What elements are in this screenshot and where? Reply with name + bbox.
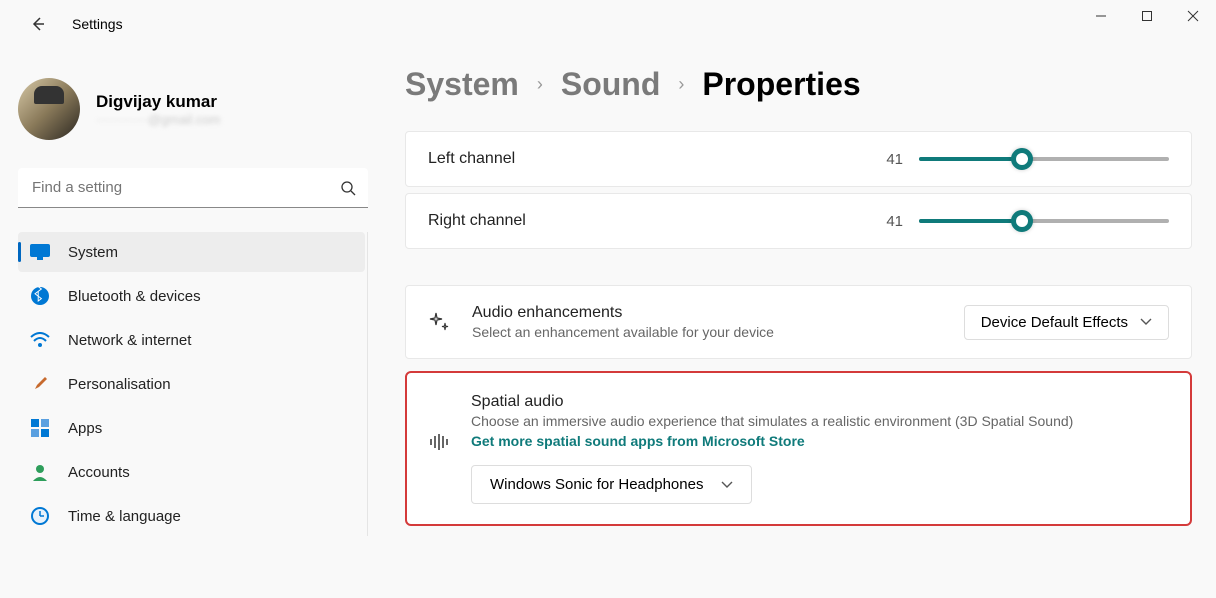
sidebar-item-accounts[interactable]: Accounts (18, 452, 365, 492)
breadcrumb-properties: Properties (702, 66, 860, 103)
app-title: Settings (72, 16, 123, 32)
right-channel-label: Right channel (428, 212, 526, 230)
sidebar-item-label: Time & language (68, 508, 181, 525)
chevron-down-icon (721, 481, 733, 489)
sidebar-item-personalisation[interactable]: Personalisation (18, 364, 365, 404)
person-icon (30, 462, 50, 482)
search-container (18, 168, 368, 208)
sidebar-item-label: System (68, 244, 118, 261)
waveform-icon (429, 433, 449, 453)
sidebar-item-label: Personalisation (68, 376, 171, 393)
chevron-right-icon: › (537, 74, 543, 95)
spatial-title: Spatial audio (471, 393, 1168, 411)
minimize-button[interactable] (1078, 0, 1124, 32)
bluetooth-icon (30, 286, 50, 306)
sidebar-item-bluetooth[interactable]: Bluetooth & devices (18, 276, 365, 316)
brush-icon (30, 374, 50, 394)
enhance-title: Audio enhancements (472, 304, 942, 322)
right-channel-slider[interactable] (919, 219, 1169, 223)
left-channel-slider[interactable] (919, 157, 1169, 161)
enhance-dropdown[interactable]: Device Default Effects (964, 305, 1169, 340)
breadcrumb: System › Sound › Properties (405, 66, 1192, 103)
close-icon (1187, 10, 1199, 22)
apps-icon (30, 418, 50, 438)
breadcrumb-sound[interactable]: Sound (561, 66, 661, 103)
breadcrumb-system[interactable]: System (405, 66, 519, 103)
clock-icon (30, 506, 50, 526)
spatial-selected: Windows Sonic for Headphones (490, 476, 703, 493)
back-button[interactable] (18, 4, 58, 44)
spatial-dropdown[interactable]: Windows Sonic for Headphones (471, 465, 752, 504)
profile-email: ············@gmail.com (96, 112, 220, 127)
enhance-selected: Device Default Effects (981, 314, 1128, 331)
nav-list: System Bluetooth & devices Network & int… (18, 232, 368, 536)
back-arrow-icon (30, 16, 46, 32)
sidebar-item-label: Accounts (68, 464, 130, 481)
profile-name: Digvijay kumar (96, 92, 220, 112)
sparkle-icon (428, 311, 450, 333)
enhance-sub: Select an enhancement available for your… (472, 324, 942, 340)
search-input[interactable] (18, 168, 368, 208)
left-channel-value: 41 (886, 151, 903, 168)
left-channel-label: Left channel (428, 150, 515, 168)
right-channel-value: 41 (886, 213, 903, 230)
spatial-store-link[interactable]: Get more spatial sound apps from Microso… (471, 433, 805, 449)
sidebar-item-time[interactable]: Time & language (18, 496, 365, 536)
right-channel-card: Right channel 41 (405, 193, 1192, 249)
sidebar-item-system[interactable]: System (18, 232, 365, 272)
sidebar-item-network[interactable]: Network & internet (18, 320, 365, 360)
maximize-icon (1141, 10, 1153, 22)
spatial-sub: Choose an immersive audio experience tha… (471, 413, 1168, 429)
search-icon (340, 180, 356, 196)
sidebar-item-label: Bluetooth & devices (68, 288, 201, 305)
profile-block[interactable]: Digvijay kumar ············@gmail.com (18, 78, 368, 140)
chevron-down-icon (1140, 318, 1152, 326)
wifi-icon (30, 330, 50, 350)
monitor-icon (30, 242, 50, 262)
sidebar-item-apps[interactable]: Apps (18, 408, 365, 448)
spatial-audio-card: Spatial audio Choose an immersive audio … (405, 371, 1192, 526)
sidebar-item-label: Apps (68, 420, 102, 437)
maximize-button[interactable] (1124, 0, 1170, 32)
audio-enhancements-card: Audio enhancements Select an enhancement… (405, 285, 1192, 359)
sidebar-item-label: Network & internet (68, 332, 191, 349)
minimize-icon (1095, 10, 1107, 22)
left-channel-card: Left channel 41 (405, 131, 1192, 187)
close-button[interactable] (1170, 0, 1216, 32)
avatar (18, 78, 80, 140)
chevron-right-icon: › (678, 74, 684, 95)
